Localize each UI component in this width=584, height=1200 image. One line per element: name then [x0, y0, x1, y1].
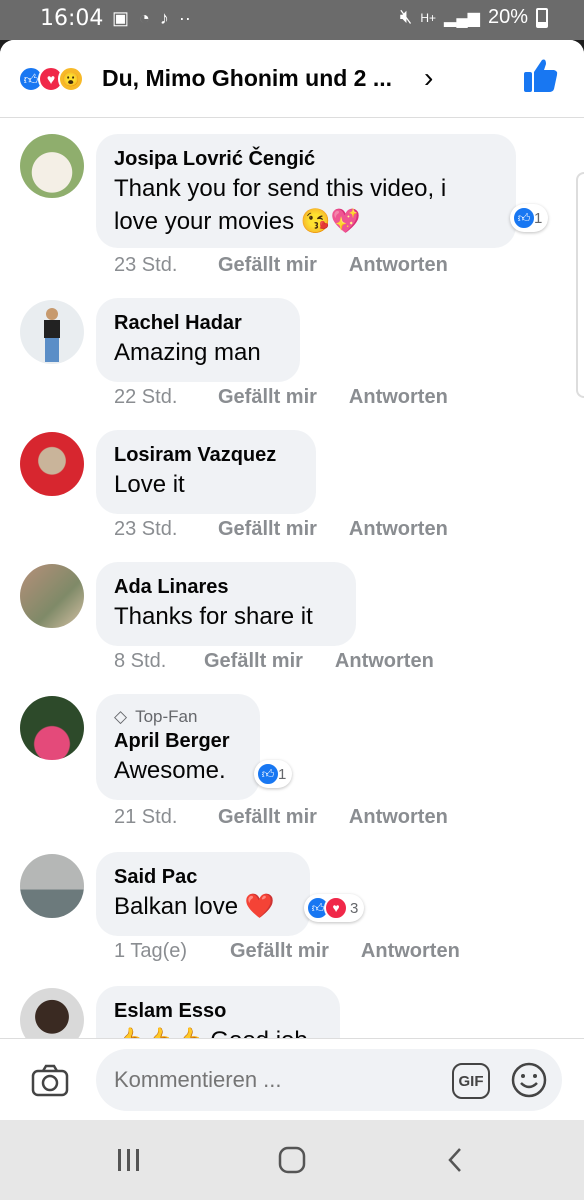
status-time: 16:04: [40, 6, 104, 31]
like-link[interactable]: Gefällt mir: [218, 806, 317, 829]
avatar[interactable]: [20, 432, 84, 496]
like-reaction-icon: 👍︎: [256, 762, 280, 786]
commenter-name[interactable]: Losiram Vazquez: [114, 442, 298, 468]
top-fan-badge: ◇ Top-Fan: [114, 706, 242, 728]
avatar[interactable]: [20, 854, 84, 918]
like-link[interactable]: Gefällt mir: [218, 254, 317, 277]
comment-composer: GIF: [0, 1038, 584, 1120]
comment-text: Amazing man: [114, 339, 261, 366]
reactions-header[interactable]: 👍︎ ♥ 😮 Du, Mimo Ghonim und 2 ... ›: [0, 40, 584, 118]
notification-icons: ▣ ◔ ♪ ··: [112, 8, 191, 29]
comment-meta: 21 Std. Gefällt mir Antworten: [114, 806, 448, 829]
avatar[interactable]: [20, 134, 84, 198]
chevron-right-icon[interactable]: ›: [424, 62, 433, 94]
commenter-name[interactable]: Eslam Esso: [114, 998, 322, 1024]
comment-list: Josipa Lovrić Čengić Thank you for send …: [0, 130, 584, 1038]
avatar[interactable]: [20, 300, 84, 364]
tiktok-icon: ♪: [159, 8, 169, 28]
commenter-name[interactable]: Josipa Lovrić Čengić: [114, 146, 498, 172]
battery-icon: [536, 7, 548, 28]
gallery-icon: ▣: [112, 8, 130, 28]
camera-icon[interactable]: [30, 1061, 70, 1101]
comment-time: 21 Std.: [114, 806, 178, 828]
commenter-name[interactable]: April Berger: [114, 728, 242, 754]
comment-time: 8 Std.: [114, 650, 167, 672]
comment-input[interactable]: [96, 1049, 562, 1111]
gif-button[interactable]: GIF: [452, 1063, 490, 1099]
mute-icon: 🔇︎: [399, 6, 413, 28]
top-fan-label: Top-Fan: [135, 707, 198, 726]
comment-bubble[interactable]: Ada Linares Thanks for share it: [96, 562, 356, 646]
comment-text: Thank you for send this video, i: [114, 175, 447, 202]
home-icon[interactable]: [278, 1146, 306, 1174]
like-reaction-icon: 👍︎: [512, 206, 536, 230]
like-link[interactable]: Gefällt mir: [204, 650, 303, 673]
avatar[interactable]: [20, 988, 84, 1038]
like-link[interactable]: Gefällt mir: [218, 386, 317, 409]
comment-time: 1 Tag(e): [114, 940, 188, 962]
battery-percent: 20%: [487, 6, 528, 28]
comment-time: 22 Std.: [114, 386, 178, 408]
reply-link[interactable]: Antworten: [361, 940, 460, 963]
system-icons: 🔇︎ H+ ▂▄▆ 20%: [400, 6, 548, 29]
whatsapp-icon: ◔: [139, 8, 150, 28]
comment-meta: 23 Std. Gefällt mir Antworten: [114, 518, 448, 541]
comment-text: love your movies 😘💖: [114, 208, 361, 235]
reply-link[interactable]: Antworten: [335, 650, 434, 673]
more-dots-icon: ··: [178, 8, 191, 28]
reaction-badge[interactable]: 👍︎ 1: [510, 204, 549, 232]
comment-bubble[interactable]: Said Pac Balkan love ❤️: [96, 852, 310, 936]
reaction-badge[interactable]: 👍︎ 1: [254, 760, 293, 788]
reply-link[interactable]: Antworten: [349, 386, 448, 409]
comment-text: Awesome.: [114, 757, 226, 784]
comment-bubble[interactable]: Josipa Lovrić Čengić Thank you for send …: [96, 134, 516, 248]
system-nav-bar: [0, 1120, 584, 1200]
back-icon[interactable]: [444, 1146, 466, 1174]
avatar[interactable]: [20, 564, 84, 628]
diamond-icon: ◇: [114, 707, 128, 726]
reaction-count: 1: [278, 765, 287, 783]
comment-bubble[interactable]: ◇ Top-Fan April Berger Awesome.: [96, 694, 260, 800]
reaction-count: 1: [534, 209, 543, 227]
comment-meta: 23 Std. Gefällt mir Antworten: [114, 254, 448, 277]
comment-time: 23 Std.: [114, 254, 178, 276]
commenter-name[interactable]: Rachel Hadar: [114, 310, 282, 336]
comment-text: Thanks for share it: [114, 603, 313, 630]
reply-link[interactable]: Antworten: [349, 254, 448, 277]
comment-bubble[interactable]: Losiram Vazquez Love it: [96, 430, 316, 514]
network-icon: H+: [420, 10, 437, 25]
emoji-icon[interactable]: [510, 1061, 548, 1099]
comment-bubble[interactable]: Eslam Esso 👍👍👍 Good job: [96, 986, 340, 1038]
comment-meta: 22 Std. Gefällt mir Antworten: [114, 386, 448, 409]
like-button-icon[interactable]: [520, 56, 560, 96]
commenter-name[interactable]: Ada Linares: [114, 574, 338, 600]
love-reaction-icon: ♥: [324, 896, 348, 920]
comment-text: 👍👍👍 Good job: [114, 1024, 322, 1038]
signal-icon: ▂▄▆: [444, 9, 480, 27]
avatar[interactable]: [20, 696, 84, 760]
commenter-name[interactable]: Said Pac: [114, 864, 292, 890]
comment-meta: 8 Std. Gefällt mir Antworten: [114, 650, 434, 673]
comment-meta: 1 Tag(e) Gefällt mir Antworten: [114, 940, 460, 963]
reactions-summary[interactable]: Du, Mimo Ghonim und 2 ...: [102, 65, 392, 92]
reaction-badge[interactable]: 👍︎ ♥ 3: [304, 894, 365, 922]
like-link[interactable]: Gefällt mir: [230, 940, 329, 963]
comment-text: Balkan love ❤️: [114, 893, 275, 920]
reply-link[interactable]: Antworten: [349, 518, 448, 541]
comment-time: 23 Std.: [114, 518, 178, 540]
status-bar: 16:04 ▣ ◔ ♪ ·· 🔇︎ H+ ▂▄▆ 20%: [0, 0, 584, 40]
comment-bubble[interactable]: Rachel Hadar Amazing man: [96, 298, 300, 382]
comments-sheet: 👍︎ ♥ 😮 Du, Mimo Ghonim und 2 ... › Josip…: [0, 40, 584, 1120]
reply-link[interactable]: Antworten: [349, 806, 448, 829]
like-link[interactable]: Gefällt mir: [218, 518, 317, 541]
wow-reaction-icon: 😮: [58, 66, 84, 92]
comment-text: Love it: [114, 471, 185, 498]
reaction-count: 3: [350, 899, 359, 917]
reaction-icons: 👍︎ ♥ 😮: [18, 66, 84, 92]
recent-apps-icon[interactable]: [116, 1146, 142, 1174]
